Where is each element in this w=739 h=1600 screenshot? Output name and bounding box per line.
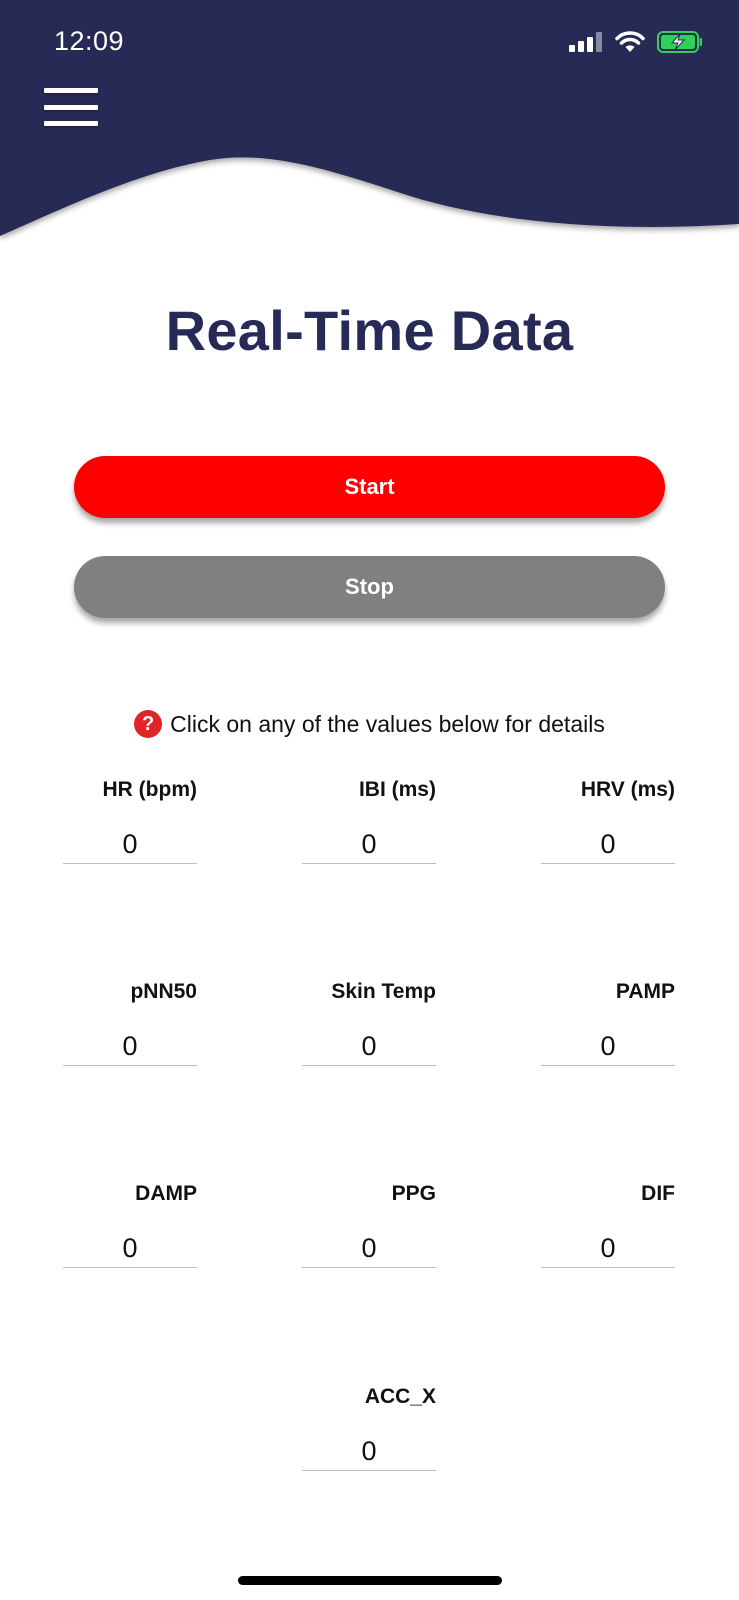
metric-value[interactable]: 0 (541, 1026, 675, 1066)
metric-value[interactable]: 0 (302, 1431, 436, 1471)
metric-pamp: PAMP 0 (541, 980, 675, 1066)
metric-acc-x: ACC_X 0 (302, 1385, 436, 1471)
metric-value[interactable]: 0 (63, 1228, 197, 1268)
status-time: 12:09 (54, 26, 125, 56)
metric-label: PPG (391, 1182, 436, 1205)
metric-value[interactable]: 0 (302, 1026, 436, 1066)
metric-value[interactable]: 0 (302, 1228, 436, 1268)
metric-ibi: IBI (ms) 0 (302, 778, 436, 864)
metric-label: DAMP (135, 1182, 197, 1205)
metric-label: HRV (ms) (580, 778, 675, 801)
metric-ppg: PPG 0 (302, 1182, 436, 1268)
home-indicator[interactable] (238, 1576, 502, 1585)
stop-button[interactable]: Stop (74, 556, 665, 618)
metric-value[interactable]: 0 (541, 824, 675, 864)
cellular-signal-icon (569, 32, 602, 52)
metric-hrv: HRV (ms) 0 (541, 778, 675, 864)
page-title: Real-Time Data (165, 299, 574, 362)
start-button[interactable]: Start (74, 456, 665, 518)
metric-value[interactable]: 0 (541, 1228, 675, 1268)
metric-label: DIF (641, 1182, 675, 1205)
menu-bar (44, 104, 98, 110)
question-circle-icon: ? (134, 710, 163, 738)
battery-charging-icon (657, 31, 702, 53)
hamburger-menu-icon[interactable] (44, 88, 98, 126)
metric-label: PAMP (615, 980, 675, 1003)
metric-label: ACC_X (364, 1385, 436, 1408)
metric-label: pNN50 (130, 980, 197, 1003)
metric-value[interactable]: 0 (63, 1026, 197, 1066)
app-screen: 12:09 Real-Time Data Start Stop ? Click … (0, 0, 739, 1600)
metric-pnn50: pNN50 0 (63, 980, 197, 1066)
menu-bar (44, 121, 98, 126)
metric-dif: DIF 0 (541, 1182, 675, 1268)
metric-damp: DAMP 0 (63, 1182, 197, 1268)
status-icons (569, 31, 703, 53)
metric-label: IBI (ms) (358, 778, 436, 801)
metric-value[interactable]: 0 (302, 824, 436, 864)
metric-label: HR (bpm) (102, 778, 197, 801)
wifi-icon (615, 31, 645, 52)
hint-text: Click on any of the values below for det… (170, 710, 605, 737)
metric-label: Skin Temp (331, 980, 436, 1003)
metric-value[interactable]: 0 (63, 824, 197, 864)
details-hint: ? Click on any of the values below for d… (0, 710, 739, 738)
menu-bar (44, 88, 98, 93)
metric-skin-temp: Skin Temp 0 (302, 980, 436, 1066)
metric-hr: HR (bpm) 0 (63, 778, 197, 864)
